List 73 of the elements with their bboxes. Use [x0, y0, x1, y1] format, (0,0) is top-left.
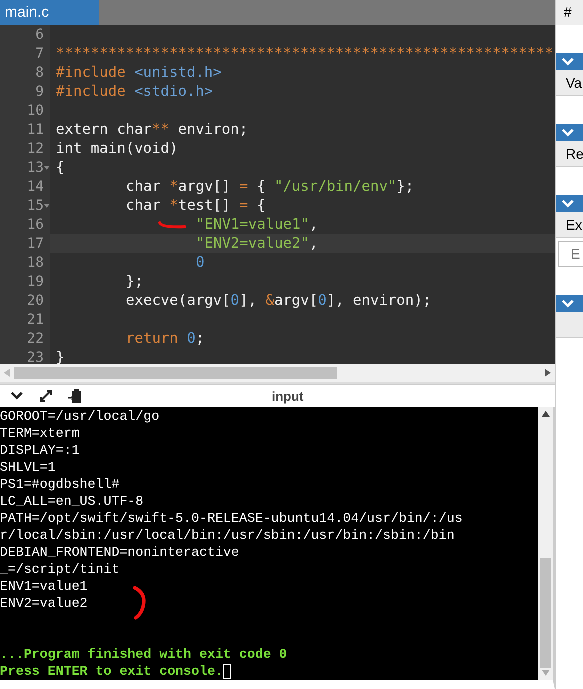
code-line: }; — [126, 274, 144, 290]
scroll-up-icon[interactable] — [542, 411, 550, 417]
code-line: return 0; — [126, 330, 205, 346]
collapse-button[interactable] — [556, 195, 583, 212]
section-label: Va — [556, 70, 583, 96]
line-number: 7 — [36, 46, 44, 62]
console-line: PS1=#ogdbshell# — [0, 476, 121, 493]
code-line: } — [56, 350, 65, 364]
line-number: 6 — [36, 26, 44, 42]
code-line: extern char** environ; — [56, 122, 248, 138]
console-title: input — [272, 388, 304, 404]
code-line: char *argv[] = { "/usr/bin/env"}; — [126, 178, 414, 194]
chevron-down-icon — [562, 200, 574, 208]
code-line: "ENV2=value2", — [196, 236, 318, 252]
line-number: 23 — [27, 350, 44, 364]
line-number: 10 — [27, 102, 44, 118]
console-line: PATH=/opt/swift/swift-5.0-RELEASE-ubuntu14.04/usr/bin/:/us — [0, 510, 464, 527]
section-label: Re — [556, 141, 583, 167]
line-number: 8 — [36, 64, 44, 80]
console-line: _=/script/tinit — [0, 561, 121, 578]
vertical-scrollbar[interactable] — [538, 407, 553, 680]
code-line: #include <unistd.h> — [56, 64, 222, 80]
line-number: 21 — [27, 312, 44, 328]
column-header: # — [556, 0, 583, 25]
expand-icon[interactable] — [38, 388, 54, 404]
code-line: { — [56, 160, 65, 176]
console-line: ENV2=value2 — [0, 595, 89, 612]
fold-arrow-icon[interactable] — [44, 166, 50, 170]
code-line: execve(argv[0], &argv[0], environ); — [126, 292, 432, 308]
annotation-mark — [158, 220, 188, 230]
console-line: GOROOT=/usr/local/go — [0, 408, 161, 425]
collapse-button[interactable] — [556, 53, 583, 70]
fold-arrow-icon[interactable] — [44, 204, 50, 208]
chevron-down-icon[interactable] — [10, 391, 24, 402]
console-line: r/local/sbin:/usr/local/bin:/usr/sbin:/usr/bin:/sbin:/bin — [0, 527, 456, 544]
collapse-button[interactable] — [556, 295, 583, 312]
line-number: 20 — [27, 292, 44, 308]
scroll-right-icon[interactable] — [545, 369, 551, 378]
line-number: 14 — [27, 178, 44, 194]
code-line: ********************************************************* — [56, 46, 554, 62]
console-line: TERM=xterm — [0, 425, 81, 442]
line-number: 12 — [27, 140, 44, 156]
line-number: 11 — [27, 122, 44, 138]
console-line: DISPLAY=:1 — [0, 442, 81, 459]
line-number: 13 — [27, 160, 44, 176]
console-line: SHLVL=1 — [0, 459, 57, 476]
line-number: 19 — [27, 274, 44, 290]
horizontal-scrollbar[interactable] — [0, 364, 555, 384]
chevron-down-icon — [562, 128, 574, 136]
line-number: 22 — [27, 330, 44, 346]
line-number: 18 — [27, 254, 44, 270]
code-line: int main(void) — [56, 140, 178, 156]
file-tab[interactable]: main.c — [0, 0, 99, 25]
code-line: char *test[] = { — [126, 198, 266, 214]
collapse-button[interactable] — [556, 124, 583, 141]
console-line: LC_ALL=en_US.UTF-8 — [0, 493, 145, 510]
line-number: 15 — [27, 198, 44, 214]
line-number: 16 — [27, 216, 44, 232]
console-line: DEBIAN_FRONTEND=noninteractive — [0, 544, 240, 561]
console-status-line: ...Program finished with exit code 0 — [0, 646, 288, 663]
chevron-down-icon — [562, 300, 574, 308]
code-line: 0 — [196, 254, 205, 270]
input-field[interactable]: E — [558, 241, 583, 267]
line-number: 17 — [27, 236, 44, 252]
code-line: "ENV1=value1", — [196, 216, 318, 232]
annotation-mark — [132, 585, 148, 621]
clipboard-icon[interactable] — [68, 388, 82, 404]
console-status-line: Press ENTER to exit console. — [0, 663, 224, 680]
code-line: #include <stdio.h> — [56, 84, 214, 100]
section-label: Ex — [556, 212, 583, 238]
line-number: 9 — [36, 84, 44, 100]
chevron-down-icon — [562, 58, 574, 66]
console-line: ENV1=value1 — [0, 578, 89, 595]
